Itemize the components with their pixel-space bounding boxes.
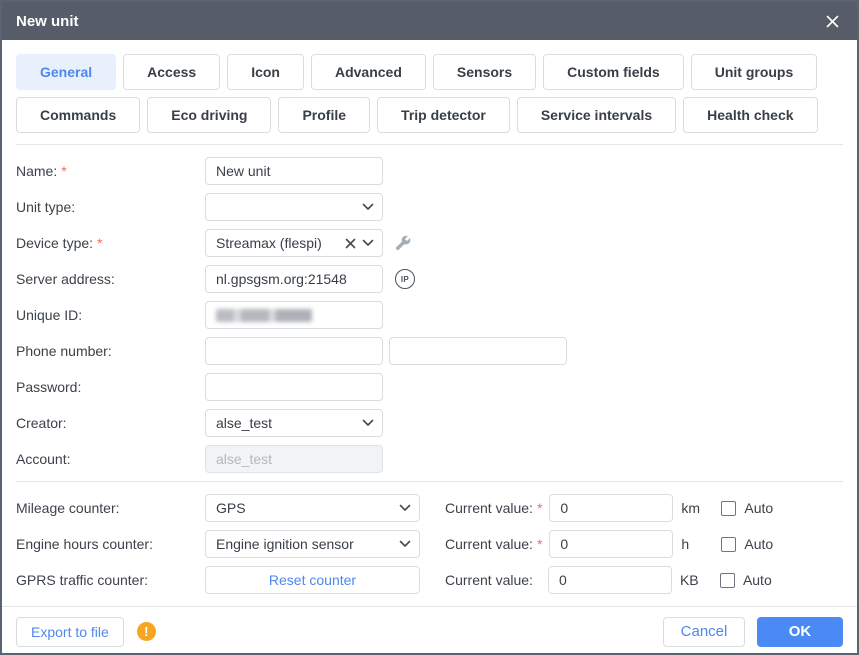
unique-id-redacted-value	[216, 309, 312, 322]
mileage-counter-value: GPS	[216, 500, 393, 516]
tab-general[interactable]: General	[16, 54, 116, 90]
mileage-counter-select[interactable]: GPS	[205, 494, 420, 522]
tab-eco-driving[interactable]: Eco driving	[147, 97, 271, 133]
engine-hours-counter-value: Engine ignition sensor	[216, 536, 393, 552]
device-type-label: Device type:*	[16, 235, 205, 251]
engine-hours-counter-select[interactable]: Engine ignition sensor	[205, 530, 420, 558]
tab-service-intervals[interactable]: Service intervals	[517, 97, 676, 133]
engine-hours-counter-row: Engine hours counter: Engine ignition se…	[16, 526, 843, 562]
name-input[interactable]	[205, 157, 383, 185]
gprs-auto-label[interactable]: Auto	[743, 572, 772, 588]
engine-hours-auto-checkbox[interactable]	[721, 537, 736, 552]
tab-bar: General Access Icon Advanced Sensors Cus…	[2, 40, 857, 144]
required-asterisk: *	[537, 500, 542, 516]
account-row: Account:	[16, 441, 843, 477]
password-input[interactable]	[205, 373, 383, 401]
export-to-file-button[interactable]: Export to file	[16, 617, 124, 647]
unique-id-input[interactable]	[205, 301, 383, 329]
mileage-counter-row: Mileage counter: GPS Current value:* km …	[16, 490, 843, 526]
tab-unit-groups[interactable]: Unit groups	[691, 54, 818, 90]
password-label: Password:	[16, 379, 205, 395]
name-label: Name:*	[16, 163, 205, 179]
tab-profile[interactable]: Profile	[278, 97, 370, 133]
device-type-select[interactable]: Streamax (flespi)	[205, 229, 383, 257]
phone-number-input-1[interactable]	[205, 337, 383, 365]
chevron-down-icon[interactable]	[362, 239, 374, 247]
gprs-current-value-input[interactable]	[548, 566, 672, 594]
unit-type-label: Unit type:	[16, 199, 205, 215]
creator-select[interactable]: alse_test	[205, 409, 383, 437]
creator-label: Creator:	[16, 415, 205, 431]
mileage-unit-label: km	[681, 500, 707, 516]
gprs-current-value-label: Current value:	[445, 572, 533, 588]
creator-value: alse_test	[216, 415, 356, 431]
gprs-traffic-counter-row: GPRS traffic counter: Reset counter Curr…	[16, 562, 843, 598]
gprs-unit-label: KB	[680, 572, 706, 588]
account-input	[205, 445, 383, 473]
tab-access[interactable]: Access	[123, 54, 220, 90]
mileage-current-value-input[interactable]	[549, 494, 673, 522]
mileage-auto-label[interactable]: Auto	[744, 500, 773, 516]
engine-hours-unit-label: h	[681, 536, 707, 552]
mileage-counter-label: Mileage counter:	[16, 500, 205, 516]
device-type-row: Device type:* Streamax (flespi)	[16, 225, 843, 261]
gprs-auto-checkbox[interactable]	[720, 573, 735, 588]
server-address-row: Server address: IP	[16, 261, 843, 297]
tab-advanced[interactable]: Advanced	[311, 54, 426, 90]
required-asterisk: *	[97, 235, 102, 251]
tab-custom-fields[interactable]: Custom fields	[543, 54, 684, 90]
engine-hours-current-value-label: Current value:*	[445, 536, 542, 552]
chevron-down-icon[interactable]	[362, 419, 374, 427]
close-icon[interactable]	[821, 10, 843, 32]
warning-icon[interactable]: !	[137, 622, 156, 641]
engine-hours-counter-label: Engine hours counter:	[16, 536, 205, 552]
chevron-down-icon[interactable]	[399, 504, 411, 512]
dialog-titlebar: New unit	[2, 2, 857, 40]
unique-id-row: Unique ID:	[16, 297, 843, 333]
tab-health-check[interactable]: Health check	[683, 97, 817, 133]
name-row: Name:*	[16, 153, 843, 189]
reset-counter-button[interactable]: Reset counter	[205, 566, 420, 594]
server-address-label: Server address:	[16, 271, 205, 287]
tab-icon[interactable]: Icon	[227, 54, 304, 90]
dialog-footer: Export to file ! Cancel OK	[2, 606, 857, 655]
device-settings-wrench-icon[interactable]	[395, 235, 411, 251]
tab-commands[interactable]: Commands	[16, 97, 140, 133]
engine-hours-auto-label[interactable]: Auto	[744, 536, 773, 552]
phone-number-label: Phone number:	[16, 343, 205, 359]
dialog-title: New unit	[16, 13, 79, 30]
phone-number-row: Phone number:	[16, 333, 843, 369]
tab-trip-detector[interactable]: Trip detector	[377, 97, 510, 133]
account-label: Account:	[16, 451, 205, 467]
mileage-auto-checkbox[interactable]	[721, 501, 736, 516]
new-unit-dialog: New unit General Access Icon Advanced Se…	[0, 0, 859, 655]
mileage-current-value-label: Current value:*	[445, 500, 542, 516]
device-type-value: Streamax (flespi)	[216, 235, 339, 251]
cancel-button[interactable]: Cancel	[663, 617, 745, 647]
password-row: Password:	[16, 369, 843, 405]
unique-id-label: Unique ID:	[16, 307, 205, 323]
tab-sensors[interactable]: Sensors	[433, 54, 536, 90]
required-asterisk: *	[537, 536, 542, 552]
engine-hours-current-value-input[interactable]	[549, 530, 673, 558]
chevron-down-icon[interactable]	[399, 540, 411, 548]
clear-device-type-icon[interactable]	[345, 238, 356, 249]
ok-button[interactable]: OK	[757, 617, 843, 647]
chevron-down-icon[interactable]	[362, 203, 374, 211]
phone-number-input-2[interactable]	[389, 337, 567, 365]
general-form: Name:* Unit type: Device type:* Streamax…	[2, 145, 857, 481]
counters-section: Mileage counter: GPS Current value:* km …	[2, 482, 857, 606]
unit-type-row: Unit type:	[16, 189, 843, 225]
server-address-input[interactable]	[205, 265, 383, 293]
unit-type-select[interactable]	[205, 193, 383, 221]
gprs-traffic-counter-label: GPRS traffic counter:	[16, 572, 205, 588]
creator-row: Creator: alse_test	[16, 405, 843, 441]
required-asterisk: *	[61, 163, 66, 179]
ip-icon[interactable]: IP	[395, 269, 415, 289]
